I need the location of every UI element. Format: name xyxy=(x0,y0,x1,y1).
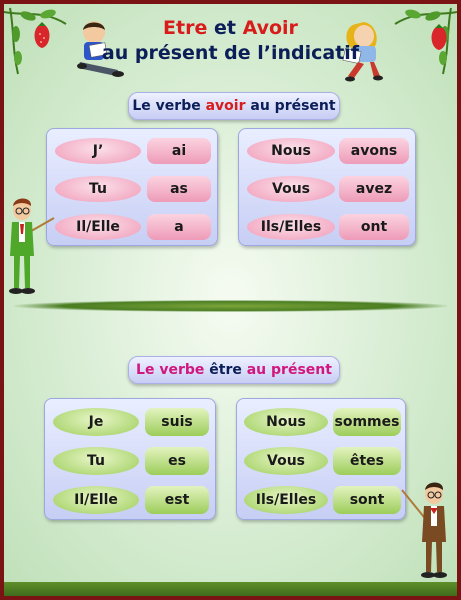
conjugation-verb: es xyxy=(145,447,209,475)
conjugation-pronoun: Il/Elle xyxy=(55,214,141,240)
conjugation-pronoun: Ils/Elles xyxy=(247,214,335,240)
conjugation-verb: sont xyxy=(333,486,401,514)
conjugation-pronoun: Vous xyxy=(244,447,328,475)
conjugation-pronoun: Tu xyxy=(53,447,139,475)
conjugation-verb: a xyxy=(147,214,211,240)
poster: Etre et Avoir au présent de l’indicatif … xyxy=(4,4,457,596)
avoir-label-pre: Le verbe xyxy=(132,98,206,114)
avoir-label-verb: avoir xyxy=(205,98,246,114)
conjugation-pronoun: Je xyxy=(53,408,139,436)
etre-section-label: Le verbe être au présent xyxy=(128,356,340,384)
conjugation-pronoun: Tu xyxy=(55,176,141,202)
etre-label-post: au présent xyxy=(241,362,332,378)
page-subtitle: au présent de l’indicatif xyxy=(101,42,360,64)
etre-label-verb: être xyxy=(209,362,242,378)
avoir-plural-panel: Nous avons Vous avez Ils/Elles ont xyxy=(238,128,416,246)
conjugation-verb: ai xyxy=(147,138,211,164)
title-et: et xyxy=(207,17,243,39)
title-avoir: Avoir xyxy=(242,17,298,39)
avoir-section-label: Le verbe avoir au présent xyxy=(128,92,340,120)
etre-plural-panel: Nous sommes Vous êtes Ils/Elles sont xyxy=(236,398,406,520)
conjugation-verb: ont xyxy=(339,214,409,240)
conjugation-pronoun: J’ xyxy=(55,138,141,164)
conjugation-verb: avons xyxy=(339,138,409,164)
title-etre: Etre xyxy=(163,17,208,39)
conjugation-pronoun: Vous xyxy=(247,176,335,202)
conjugation-pronoun: Nous xyxy=(244,408,328,436)
conjugation-verb: êtes xyxy=(333,447,401,475)
page-title: Etre et Avoir xyxy=(4,17,457,39)
etre-label-pre: Le verbe xyxy=(136,362,210,378)
etre-singular-panel: Je suis Tu es Il/Elle est xyxy=(44,398,216,520)
conjugation-pronoun: Nous xyxy=(247,138,335,164)
conjugation-pronoun: Ils/Elles xyxy=(244,486,328,514)
teacher-with-pointer-left-icon xyxy=(9,198,55,294)
teacher-with-pointer-right-icon xyxy=(401,482,447,578)
conjugation-verb: avez xyxy=(339,176,409,202)
conjugation-verb: as xyxy=(147,176,211,202)
avoir-label-post: au présent xyxy=(245,98,336,114)
conjugation-verb: est xyxy=(145,486,209,514)
avoir-singular-panel: J’ ai Tu as Il/Elle a xyxy=(46,128,218,246)
conjugation-verb: suis xyxy=(145,408,209,436)
bottom-grass-band xyxy=(4,582,457,596)
section-divider xyxy=(14,300,447,312)
conjugation-pronoun: Il/Elle xyxy=(53,486,139,514)
conjugation-verb: sommes xyxy=(333,408,401,436)
